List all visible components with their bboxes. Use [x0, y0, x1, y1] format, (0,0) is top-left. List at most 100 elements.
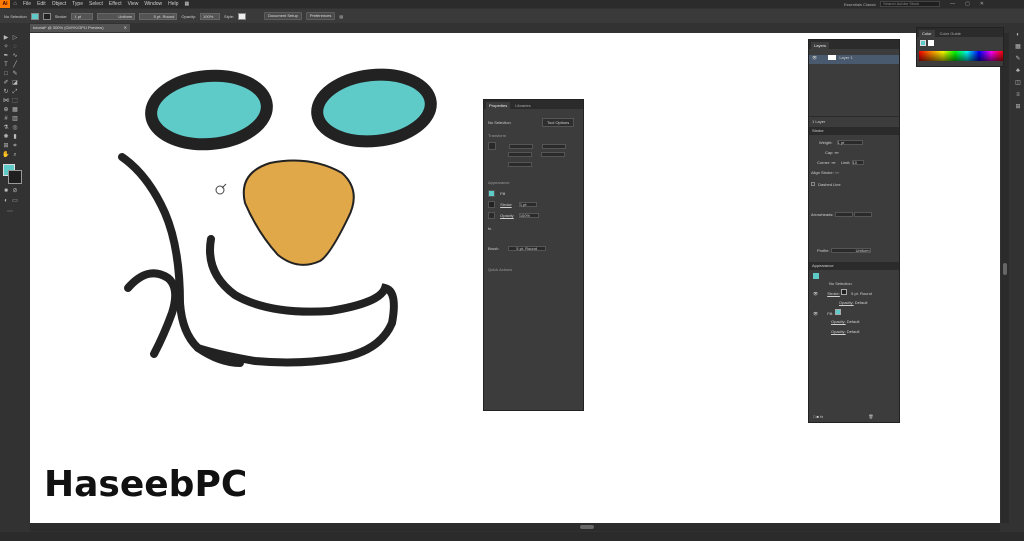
- dock-graphic-styles-icon[interactable]: ◫: [1014, 79, 1022, 87]
- slice-tool-icon[interactable]: ⌗: [11, 142, 19, 150]
- menu-edit[interactable]: Edit: [34, 0, 49, 8]
- nose-shape[interactable]: [242, 159, 355, 266]
- menu-window[interactable]: Window: [141, 0, 165, 8]
- dock-symbols-icon[interactable]: ♣: [1014, 67, 1022, 75]
- app-fill-swatch[interactable]: [834, 309, 841, 315]
- app-stroke-row[interactable]: 👁 Stroke: 5 pt. Round: [813, 289, 872, 296]
- menu-object[interactable]: Object: [49, 0, 69, 8]
- rectangle-tool-icon[interactable]: □: [2, 70, 10, 78]
- artboard-tool-icon[interactable]: ⊞: [2, 142, 10, 150]
- screen-mode-icon[interactable]: ▭: [11, 197, 19, 205]
- paintbrush-tool-icon[interactable]: ✎: [11, 70, 19, 78]
- props-opacity-label[interactable]: Opacity: [500, 213, 514, 218]
- right-eye-shape[interactable]: [311, 68, 437, 148]
- props-stroke-swatch[interactable]: [488, 201, 495, 208]
- vertical-scrollbar[interactable]: [1001, 33, 1009, 523]
- eyedropper-tool-icon[interactable]: ⚗: [2, 124, 10, 132]
- workspace-switcher[interactable]: Essentials Classic: [844, 2, 876, 7]
- stroke-swatch[interactable]: [8, 170, 22, 184]
- height-field[interactable]: [541, 152, 566, 158]
- cap-butt-icon[interactable]: ▪▪▪: [835, 150, 839, 155]
- stroke-weight-field[interactable]: 1 pt: [71, 12, 94, 20]
- none-mode-icon[interactable]: ⊘: [11, 187, 19, 195]
- graph-tool-icon[interactable]: ▮: [11, 133, 19, 141]
- opacity-field[interactable]: 100%: [200, 12, 221, 20]
- magic-wand-tool-icon[interactable]: ✧: [2, 43, 10, 51]
- y-field[interactable]: [508, 152, 532, 158]
- arrange-icon[interactable]: ▦: [181, 0, 192, 8]
- selection-tool-icon[interactable]: ▶: [2, 34, 10, 42]
- delete-item-icon[interactable]: 🗑: [868, 414, 873, 419]
- fill-color-swatch[interactable]: [30, 12, 39, 20]
- layer-name[interactable]: Layer 1: [839, 55, 852, 60]
- fx-icon[interactable]: fx.: [488, 226, 492, 231]
- app-stroke-opacity-row[interactable]: Opacity: Default: [839, 300, 867, 305]
- edit-toolbar-icon[interactable]: ⋯: [6, 208, 14, 216]
- app-opacity-row[interactable]: Opacity: Default: [831, 329, 859, 334]
- menu-help[interactable]: Help: [165, 0, 181, 8]
- lasso-tool-icon[interactable]: ◌: [11, 43, 19, 51]
- color-mode-icon[interactable]: ■: [2, 187, 10, 195]
- cheek-loop-stroke[interactable]: [124, 269, 180, 358]
- rotate-tool-icon[interactable]: ↻: [2, 88, 10, 96]
- free-transform-tool-icon[interactable]: ⬚: [11, 97, 19, 105]
- vertical-scroll-thumb[interactable]: [1003, 263, 1007, 275]
- gradient-tool-icon[interactable]: ▥: [11, 115, 19, 123]
- menu-view[interactable]: View: [125, 0, 142, 8]
- zoom-tool-icon[interactable]: ⌕: [11, 151, 19, 159]
- horizontal-scrollbar[interactable]: [30, 523, 1000, 531]
- draw-mode-icon[interactable]: ◐: [2, 197, 10, 205]
- limit-field[interactable]: 10: [851, 160, 864, 166]
- add-fill-icon[interactable]: ■: [817, 414, 819, 419]
- color-white-swatch[interactable]: [928, 40, 934, 46]
- width-tool-icon[interactable]: ⋈: [2, 97, 10, 105]
- arrow-end-select[interactable]: [853, 212, 872, 218]
- close-icon[interactable]: ✕: [980, 1, 984, 7]
- maximize-icon[interactable]: ▢: [965, 1, 970, 7]
- pen-tool-icon[interactable]: ✒: [2, 52, 10, 60]
- dock-color-icon[interactable]: ◐: [1014, 31, 1022, 39]
- add-effect-icon[interactable]: fx: [820, 414, 823, 419]
- dock-brushes-icon[interactable]: ✎: [1014, 55, 1022, 63]
- direct-selection-tool-icon[interactable]: ▷: [11, 34, 19, 42]
- horizontal-scroll-thumb[interactable]: [580, 525, 594, 529]
- reference-point-icon[interactable]: [488, 142, 496, 150]
- tab-color-guide[interactable]: Color Guide: [937, 30, 964, 37]
- brush-select[interactable]: 5 pt. Round: [139, 12, 178, 20]
- line-tool-icon[interactable]: ╱: [11, 61, 19, 69]
- menu-file[interactable]: File: [20, 0, 34, 8]
- hand-tool-icon[interactable]: ✋: [2, 151, 10, 159]
- arrange-documents-icon[interactable]: ▤: [339, 14, 343, 19]
- shaper-tool-icon[interactable]: ✐: [2, 79, 10, 87]
- preferences-button[interactable]: Preferences: [305, 12, 336, 20]
- document-close-icon[interactable]: ✕: [124, 24, 127, 32]
- shape-builder-tool-icon[interactable]: ⊕: [2, 106, 10, 114]
- profile-select[interactable]: Uniform: [830, 248, 871, 254]
- blend-tool-icon[interactable]: ◎: [11, 124, 19, 132]
- tab-color[interactable]: Color: [919, 30, 935, 37]
- document-tab[interactable]: tutorial* @ 300% (CMYK/GPU Preview) ✕: [30, 24, 130, 32]
- mesh-tool-icon[interactable]: #: [2, 115, 10, 123]
- arrow-start-select[interactable]: [834, 212, 853, 218]
- tool-options-button[interactable]: Tool Options: [542, 118, 575, 127]
- tab-appearance[interactable]: Appearance: [812, 263, 834, 268]
- symbol-sprayer-tool-icon[interactable]: ✺: [2, 133, 10, 141]
- add-stroke-icon[interactable]: □: [813, 414, 815, 419]
- graphic-style-swatch[interactable]: [238, 12, 247, 20]
- dashed-checkbox[interactable]: [811, 182, 815, 186]
- props-brush-select[interactable]: 5 pt. Round: [507, 246, 546, 252]
- app-stroke-eye-icon[interactable]: 👁: [813, 291, 818, 296]
- layer-visibility-icon[interactable]: 👁: [812, 55, 817, 60]
- tab-stroke[interactable]: Stroke: [812, 128, 824, 133]
- tab-layers[interactable]: Layers: [811, 42, 830, 49]
- curvature-tool-icon[interactable]: ∿: [11, 52, 19, 60]
- x-field[interactable]: [509, 143, 534, 149]
- dock-swatches-icon[interactable]: ▦: [1014, 43, 1022, 51]
- width-field[interactable]: [542, 143, 567, 149]
- dock-align-icon[interactable]: ≡: [1014, 91, 1022, 99]
- weight-field[interactable]: 1 pt: [836, 140, 863, 146]
- app-fill-eye-icon[interactable]: 👁: [813, 311, 818, 316]
- layer-row[interactable]: 👁 Layer 1: [809, 55, 899, 64]
- props-stroke-field[interactable]: 1 pt: [518, 202, 537, 207]
- perspective-grid-tool-icon[interactable]: ▦: [11, 106, 19, 114]
